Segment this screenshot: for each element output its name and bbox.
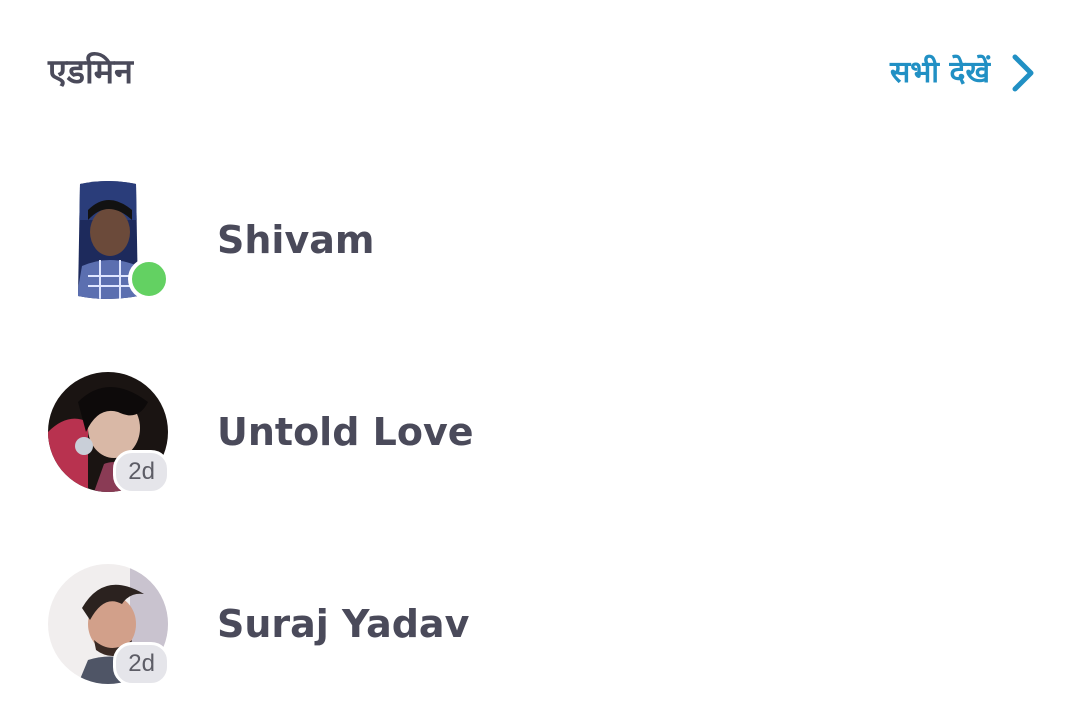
member-name: Untold Love [217, 410, 474, 454]
section-header: एडमिन सभी देखें [0, 0, 1080, 140]
member-name: Suraj Yadav [217, 602, 470, 646]
see-all-label: सभी देखें [889, 55, 990, 90]
online-status-dot [128, 258, 170, 300]
last-active-badge: 2d [113, 642, 170, 686]
avatar-container: 2d [48, 564, 170, 686]
member-name: Shivam [217, 218, 375, 262]
avatar-container [48, 180, 170, 300]
last-active-badge: 2d [113, 450, 170, 494]
avatar-container: 2d [48, 372, 170, 494]
section-title: एडमिन [48, 52, 133, 92]
see-all-button[interactable]: सभी देखें [890, 46, 1036, 100]
list-item[interactable]: Shivam [0, 140, 1080, 332]
chevron-right-icon [1012, 54, 1034, 92]
admin-list-screen: एडमिन सभी देखें Shivam 2d Untold Love 2d… [0, 0, 1080, 720]
list-item[interactable]: 2d Untold Love [0, 332, 1080, 524]
list-item[interactable]: 2d Suraj Yadav [0, 524, 1080, 716]
